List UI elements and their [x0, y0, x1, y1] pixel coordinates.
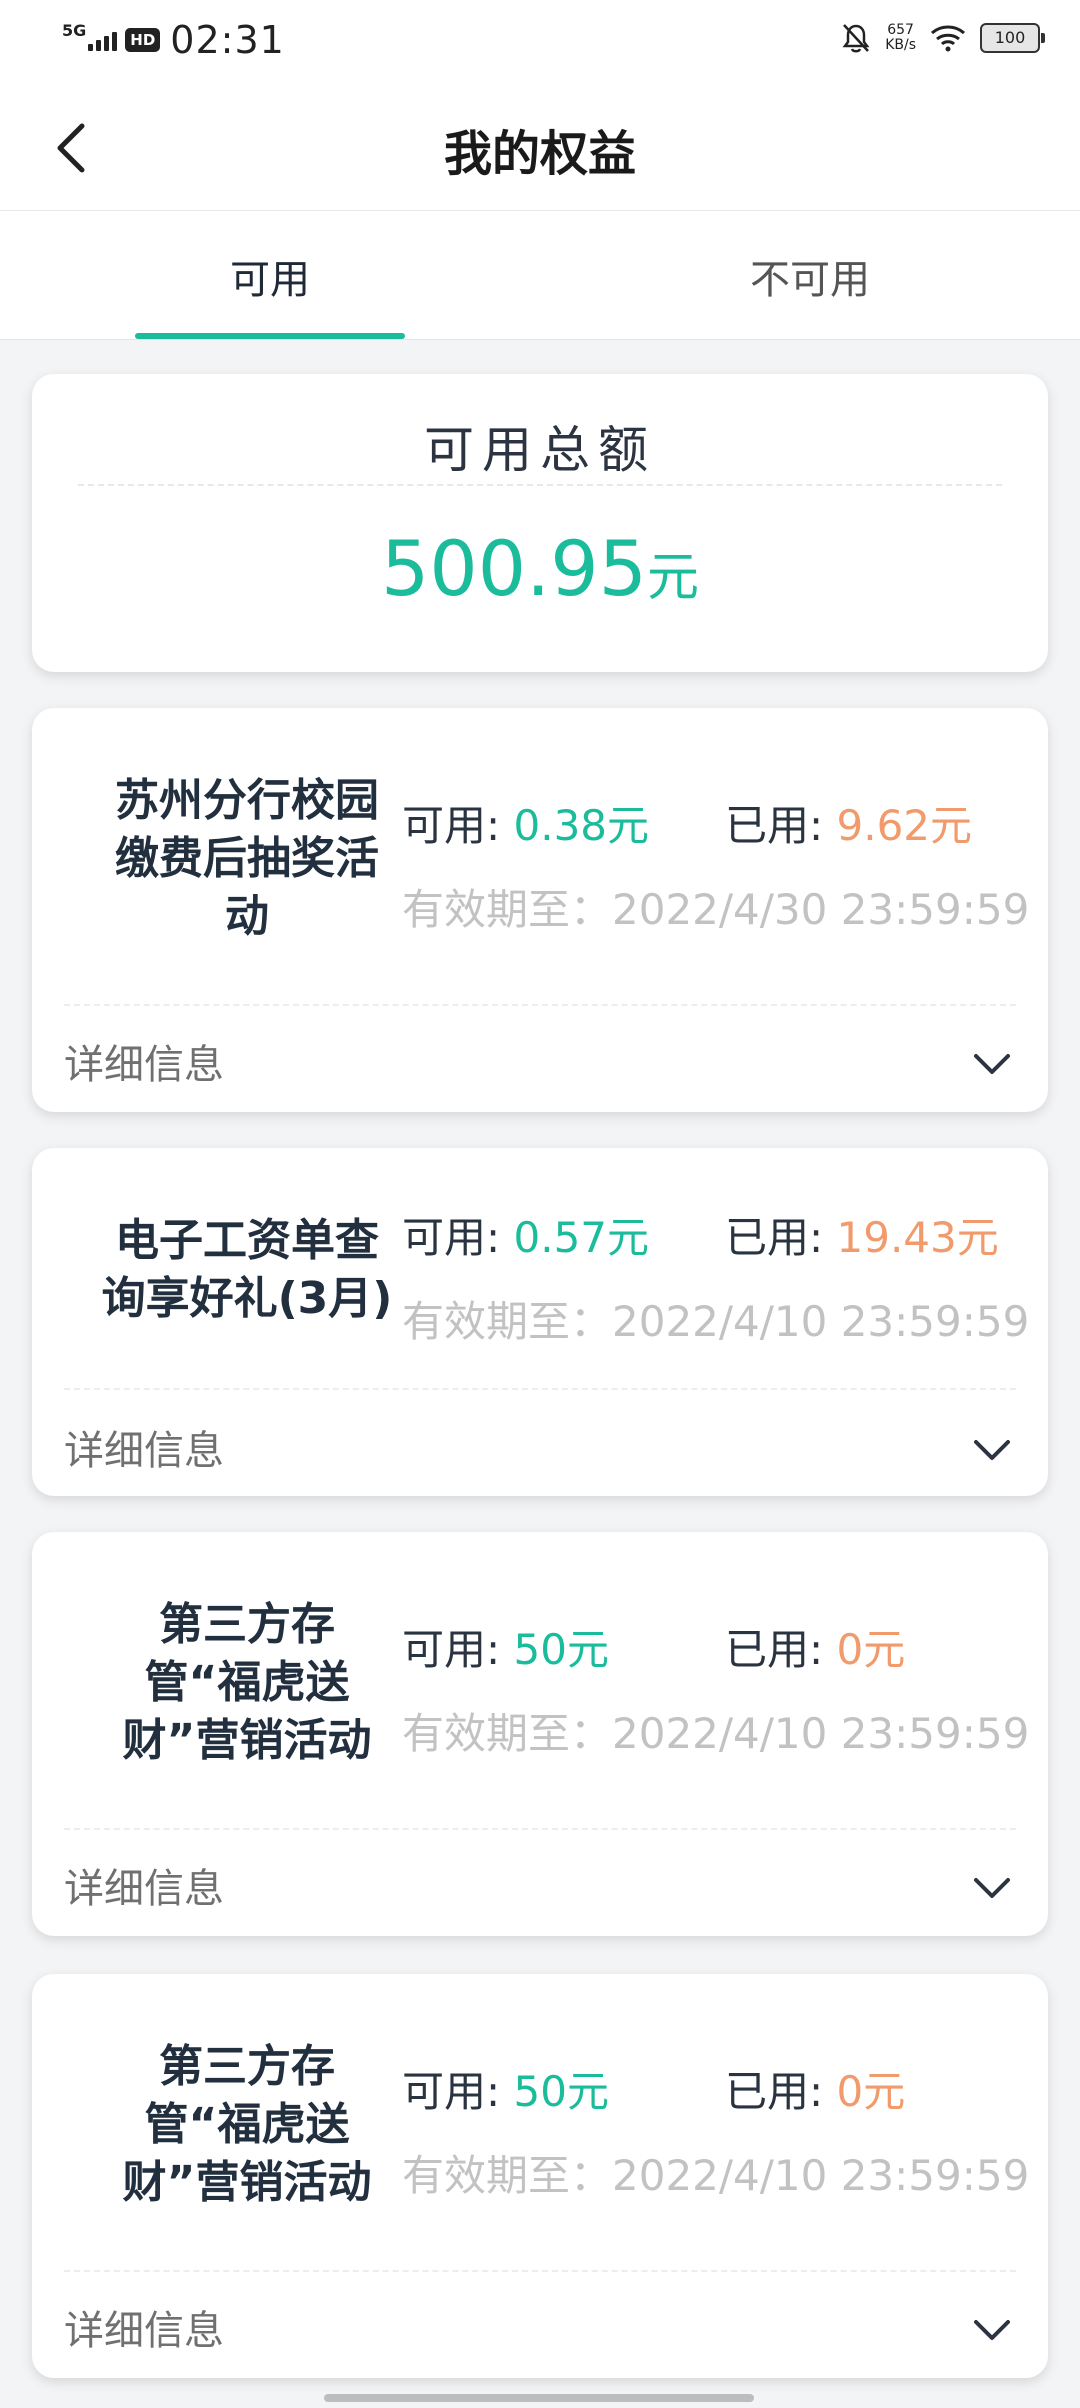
status-left: 5G HD 02:31: [62, 18, 285, 62]
available-value: 0.57元: [513, 1213, 650, 1262]
available-label: 可用:: [402, 1213, 514, 1262]
used-amount: 已用: 9.62元: [725, 792, 972, 853]
available-amount: 可用: 50元: [402, 2058, 609, 2119]
used-value: 0元: [836, 2067, 906, 2116]
available-value: 50元: [513, 1625, 609, 1674]
available-label: 可用:: [402, 2067, 514, 2116]
tab-bar: 可用 不可用: [0, 211, 1080, 340]
name-line: 管“福虎送: [144, 2099, 350, 2150]
used-label: 已用:: [725, 801, 837, 850]
chevron-down-icon[interactable]: [970, 1872, 1014, 1902]
available-amount: 可用: 0.38元: [402, 792, 649, 853]
name-line: 第三方存: [159, 2041, 335, 2092]
name-line: 财”营销活动: [122, 2157, 372, 2208]
expiry-date: 有效期至：2022/4/30 23:59:59: [402, 885, 1030, 934]
available-value: 0.38元: [513, 801, 650, 850]
chevron-down-icon[interactable]: [970, 2314, 1014, 2344]
promotion-name: 苏州分行校园 缴费后抽奖活 动: [62, 772, 432, 946]
name-line: 动: [225, 891, 269, 942]
used-value: 19.43元: [836, 1213, 999, 1262]
status-time: 02:31: [170, 18, 285, 62]
divider: [64, 2270, 1016, 2272]
bell-off-icon: [842, 24, 870, 53]
divider: [64, 1004, 1016, 1006]
used-label: 已用:: [725, 1213, 837, 1262]
chevron-down-icon[interactable]: [970, 1434, 1014, 1464]
hd-icon: HD: [125, 28, 161, 52]
total-amount: 500.95元: [32, 524, 1048, 613]
signal-icon: [88, 29, 118, 51]
used-value: 0元: [836, 1625, 906, 1674]
total-title: 可用总额: [424, 421, 656, 479]
used-amount: 已用: 19.43元: [725, 1204, 999, 1265]
details-toggle[interactable]: 详细信息: [64, 1856, 224, 1914]
total-card: 可用总额 500.95元: [32, 374, 1048, 672]
expiry-date: 有效期至：2022/4/10 23:59:59: [402, 1709, 1030, 1758]
tab-available[interactable]: 可用: [0, 247, 540, 305]
chevron-down-icon[interactable]: [970, 1048, 1014, 1078]
promotion-card: 第三方存 管“福虎送 财”营销活动 可用: 50元 已用: 0元 有效期至：20…: [32, 1532, 1048, 1936]
total-amount-value: 500.95: [381, 524, 647, 613]
status-bar: 5G HD 02:31 657 KB/s 100: [0, 0, 1080, 84]
name-line: 缴费后抽奖活: [115, 833, 379, 884]
used-label: 已用:: [725, 2067, 837, 2116]
divider: [64, 1828, 1016, 1830]
network-type: 5G: [62, 20, 87, 40]
used-value: 9.62元: [836, 801, 973, 850]
name-line: 电子工资单查: [115, 1215, 379, 1266]
available-amount: 可用: 0.57元: [402, 1204, 649, 1265]
speed-unit: KB/s: [885, 37, 916, 53]
used-amount: 已用: 0元: [725, 1616, 905, 1677]
divider: [64, 1388, 1016, 1390]
battery-icon: 100: [980, 23, 1045, 53]
promotion-card: 第三方存 管“福虎送 财”营销活动 可用: 50元 已用: 0元 有效期至：20…: [32, 1974, 1048, 2378]
promotion-card: 苏州分行校园 缴费后抽奖活 动 可用: 0.38元 已用: 9.62元 有效期至…: [32, 708, 1048, 1112]
network-speed: 657 KB/s: [885, 23, 916, 53]
details-toggle[interactable]: 详细信息: [64, 1032, 224, 1090]
used-label: 已用:: [725, 1625, 837, 1674]
page-title: 我的权益: [443, 126, 636, 182]
available-label: 可用:: [402, 1625, 514, 1674]
wifi-icon: [931, 25, 965, 52]
expiry-date: 有效期至：2022/4/10 23:59:59: [402, 1297, 1030, 1346]
speed-value: 657: [887, 22, 914, 38]
available-amount: 可用: 50元: [402, 1616, 609, 1677]
used-amount: 已用: 0元: [725, 2058, 905, 2119]
active-tab-indicator: [135, 333, 405, 339]
promotion-name: 电子工资单查 询享好礼(3月): [62, 1212, 432, 1328]
name-line: 询享好礼(3月): [101, 1273, 393, 1324]
app-header: 我的权益: [0, 84, 1080, 211]
divider: [78, 484, 1002, 486]
details-toggle[interactable]: 详细信息: [64, 2298, 224, 2356]
available-label: 可用:: [402, 801, 514, 850]
tab-unavailable[interactable]: 不可用: [540, 247, 1080, 305]
details-toggle[interactable]: 详细信息: [64, 1418, 224, 1476]
total-amount-unit: 元: [646, 548, 699, 608]
name-line: 苏州分行校园: [115, 775, 379, 826]
promotion-name: 第三方存 管“福虎送 财”营销活动: [62, 2038, 432, 2212]
name-line: 管“福虎送: [144, 1657, 350, 1708]
promotion-name: 第三方存 管“福虎送 财”营销活动: [62, 1596, 432, 1770]
name-line: 财”营销活动: [122, 1715, 372, 1766]
status-right: 657 KB/s 100: [841, 22, 1045, 54]
name-line: 第三方存: [159, 1599, 335, 1650]
home-indicator[interactable]: [324, 2394, 754, 2402]
expiry-date: 有效期至：2022/4/10 23:59:59: [402, 2151, 1030, 2200]
available-value: 50元: [513, 2067, 609, 2116]
promotion-card: 电子工资单查 询享好礼(3月) 可用: 0.57元 已用: 19.43元 有效期…: [32, 1148, 1048, 1496]
